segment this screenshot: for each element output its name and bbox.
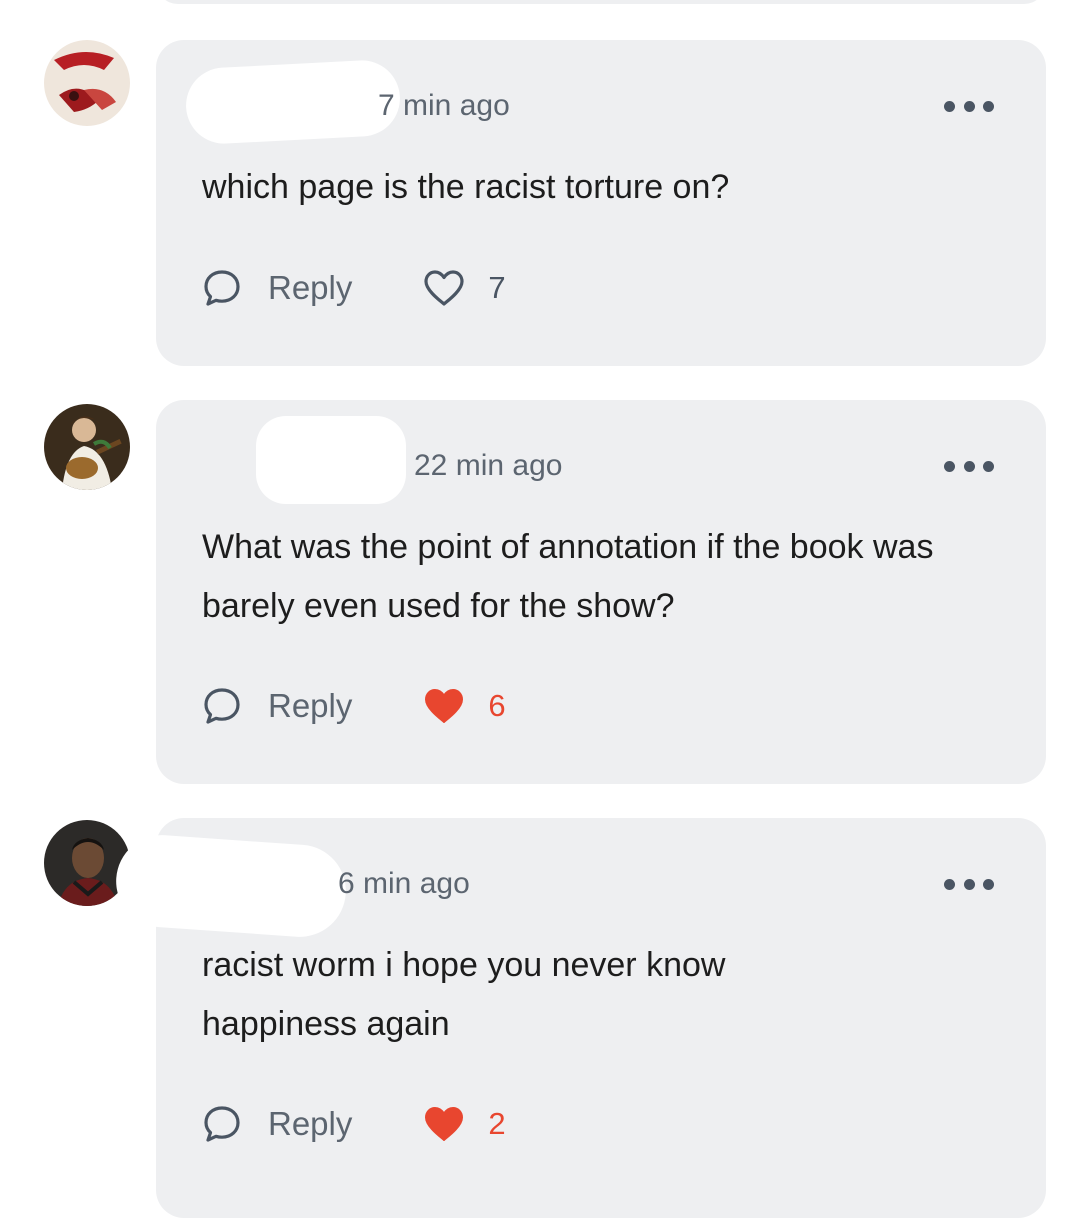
reply-label: Reply [268, 1105, 353, 1142]
more-options-button[interactable] [944, 100, 994, 112]
like-button[interactable]: 6 [422, 686, 506, 726]
reply-button[interactable]: Reply [202, 686, 352, 726]
more-dot [983, 878, 994, 890]
more-dot [963, 100, 975, 112]
comment-meta: ​6 min ago [113, 832, 1046, 940]
comment-time: 22 min ago [414, 449, 563, 482]
more-dot [963, 460, 975, 472]
reply-button[interactable]: Reply [202, 268, 352, 308]
more-dot [944, 878, 955, 890]
username-redacted [256, 416, 406, 504]
speech-bubble-icon [204, 1106, 240, 1142]
like-count: 2 [488, 1106, 506, 1141]
speech-bubble-icon [204, 688, 240, 724]
more-options-button[interactable] [944, 460, 994, 472]
username-redacted [113, 832, 349, 940]
like-button[interactable]: 7 [422, 268, 506, 308]
comment-text: which page is the racist torture on? [202, 168, 730, 206]
heart-icon [425, 1107, 464, 1141]
more-dot [983, 460, 994, 472]
more-dot [944, 100, 955, 112]
like-count: 7 [488, 270, 506, 305]
more-dot [963, 878, 975, 890]
comment-time: ​6 min ago [338, 867, 470, 900]
avatar[interactable] [44, 404, 130, 490]
heart-icon [424, 270, 464, 306]
comment-card: 22 min ago What was the point of annotat… [156, 400, 1046, 784]
like-count: 6 [488, 688, 506, 723]
reply-label: Reply [268, 687, 353, 724]
comment-text: racist worm i hope you never know happin… [202, 946, 726, 1043]
comment-text: What was the point of annotation if the … [202, 528, 934, 625]
username-redacted [184, 58, 402, 146]
avatar[interactable] [44, 40, 130, 126]
previous-comment-card-edge [156, 0, 1046, 4]
comment-actions: Reply 6 [202, 684, 506, 728]
comment-time: ​7 min ago [378, 89, 510, 122]
like-button[interactable]: 2 [422, 1104, 506, 1144]
comment-actions: Reply 2 [202, 1102, 506, 1146]
more-options-button[interactable] [944, 878, 994, 890]
comment-meta: ​7 min ago [156, 58, 1046, 146]
more-dot [944, 460, 955, 472]
comment-card: ​7 min ago which page is the racist tort… [156, 40, 1046, 366]
heart-icon [425, 689, 464, 723]
comment-actions: Reply 7 [202, 266, 506, 310]
speech-bubble-icon [204, 270, 240, 306]
comment-card: ​6 min ago racist worm i hope you never … [113, 818, 1046, 1218]
reply-label: Reply [268, 269, 353, 306]
more-dot [983, 100, 994, 112]
reply-button[interactable]: Reply [202, 1104, 352, 1144]
comment-meta: 22 min ago [156, 416, 1046, 504]
